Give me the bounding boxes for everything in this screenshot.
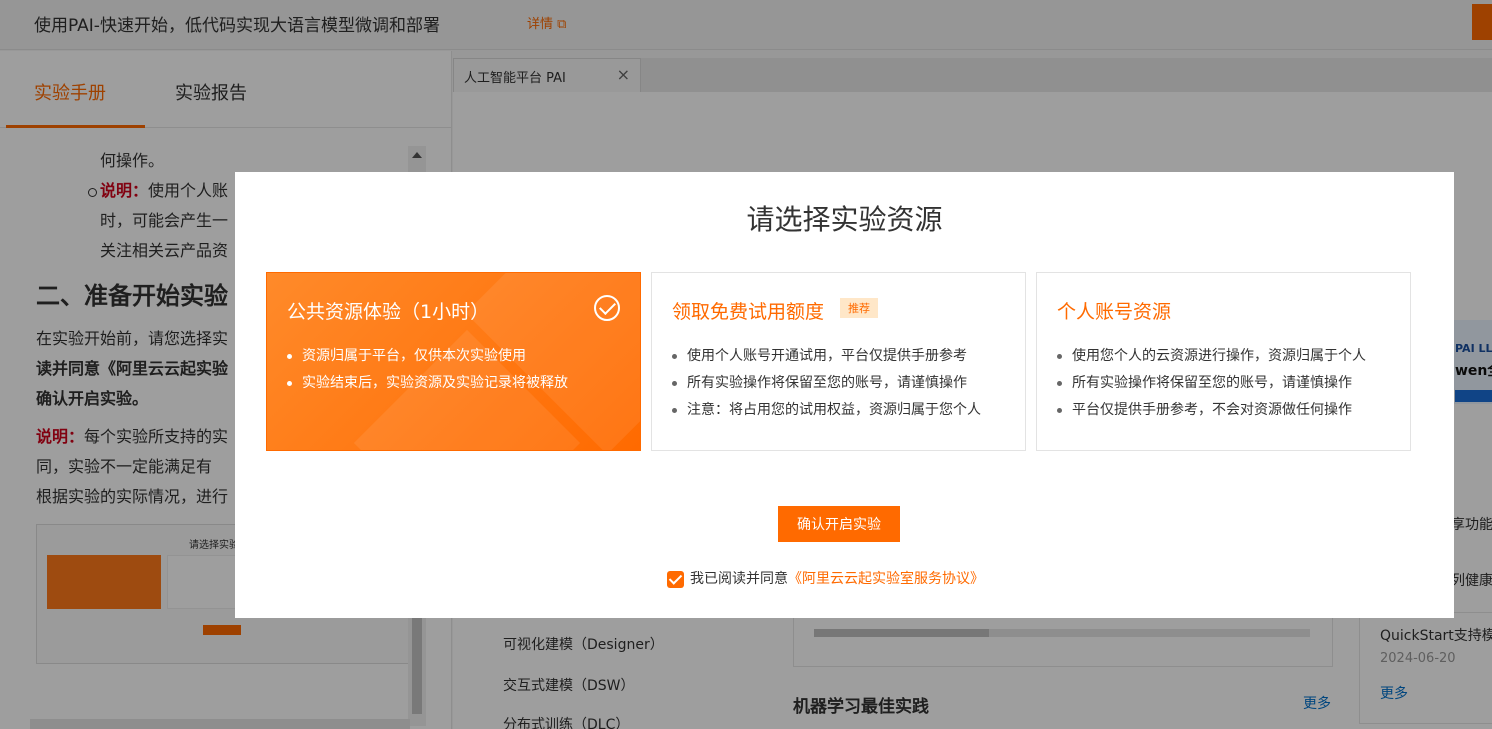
option-bullet: 资源归属于平台，仅供本次实验使用 [287,343,568,370]
modal-title: 请选择实验资源 [746,203,943,236]
option-title: 个人账号资源 [1057,301,1172,323]
service-agreement-link[interactable]: 《阿里云云起实验室服务协议》 [788,571,984,587]
option-bullet: 所有实验操作将保留至您的账号，请谨慎操作 [1057,370,1366,397]
option-bullet: 注意：将占用您的试用权益，资源归属于您个人 [672,397,981,424]
agree-checkbox[interactable] [667,570,684,588]
recommended-badge: 推荐 [840,298,878,318]
option-title: 领取免费试用额度 [672,301,825,323]
confirm-start-button[interactable]: 确认开启实验 [778,506,900,542]
option-bullet: 平台仅提供手册参考，不会对资源做任何操作 [1057,397,1366,424]
option-title: 公共资源体验（1小时） [287,301,490,323]
resource-select-modal: 请选择实验资源 公共资源体验（1小时） 资源归属于平台，仅供本次实验使用 实验结… [235,172,1454,618]
agree-text: 我已阅读并同意 [690,571,788,587]
agreement-row: 我已阅读并同意《阿里云云起实验室服务协议》 [667,568,984,588]
option-bullet: 所有实验操作将保留至您的账号，请谨慎操作 [672,370,981,397]
option-bullet: 使用个人账号开通试用，平台仅提供手册参考 [672,343,981,370]
option-public-resource[interactable]: 公共资源体验（1小时） 资源归属于平台，仅供本次实验使用 实验结束后，实验资源及… [266,272,641,451]
option-bullet: 实验结束后，实验资源及实验记录将被释放 [287,370,568,397]
option-personal-account[interactable]: 个人账号资源 使用您个人的云资源进行操作，资源归属于个人 所有实验操作将保留至您… [1036,272,1411,451]
option-bullet: 使用您个人的云资源进行操作，资源归属于个人 [1057,343,1366,370]
option-free-trial[interactable]: 领取免费试用额度 推荐 使用个人账号开通试用，平台仅提供手册参考 所有实验操作将… [651,272,1026,451]
check-circle-icon [594,295,620,321]
option-bullets: 使用您个人的云资源进行操作，资源归属于个人 所有实验操作将保留至您的账号，请谨慎… [1057,343,1366,424]
option-bullets: 资源归属于平台，仅供本次实验使用 实验结束后，实验资源及实验记录将被释放 [287,343,568,397]
option-bullets: 使用个人账号开通试用，平台仅提供手册参考 所有实验操作将保留至您的账号，请谨慎操… [672,343,981,424]
